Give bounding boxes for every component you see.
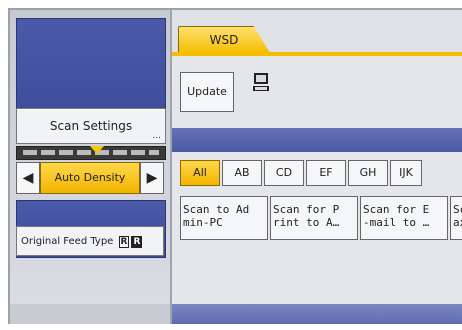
- scanner-screen: Scan Settings ... ◀ Auto Density ▶ Origi…: [8, 8, 462, 324]
- original-feed-type-button[interactable]: Original Feed Type RR: [16, 226, 164, 256]
- filter-cd-button[interactable]: CD: [264, 160, 304, 186]
- destination-button[interactable]: Scan to Ad min-PC: [180, 196, 268, 240]
- density-indicator: [16, 146, 166, 160]
- destination-button[interactable]: Scan for E -mail to …: [360, 196, 448, 240]
- original-orientation-icon: R: [118, 236, 130, 248]
- destination-button[interactable]: Sc ax: [450, 196, 462, 240]
- original-orientation-reversed-icon: R: [131, 236, 143, 248]
- filter-ab-button[interactable]: AB: [222, 160, 262, 186]
- update-button[interactable]: Update: [180, 72, 234, 112]
- scan-settings-label: Scan Settings: [49, 119, 133, 133]
- density-segment: [23, 150, 37, 155]
- filter-ijk-button[interactable]: IJK: [390, 160, 422, 186]
- density-segment: [59, 150, 73, 155]
- density-lighter-button[interactable]: ◀: [16, 162, 40, 194]
- filter-gh-button[interactable]: GH: [348, 160, 388, 186]
- filter-all-button[interactable]: All: [180, 160, 220, 186]
- filter-ef-button[interactable]: EF: [306, 160, 346, 186]
- footer-bar: [172, 304, 462, 324]
- more-indicator: ...: [152, 131, 161, 141]
- density-segment: [113, 150, 127, 155]
- tab-wsd[interactable]: WSD: [178, 26, 270, 53]
- computer-icon: [253, 73, 269, 91]
- right-panel: WSD Update All AB CD EF GH IJK Scan to A…: [172, 10, 462, 324]
- left-panel: Scan Settings ... ◀ Auto Density ▶ Origi…: [10, 10, 172, 324]
- density-segment: [149, 150, 159, 155]
- left-footer: [10, 304, 170, 324]
- density-segment: [131, 150, 145, 155]
- destination-header-band: [172, 128, 462, 152]
- filter-tabs: All AB CD EF GH IJK: [180, 160, 462, 186]
- density-level-marker-icon: [90, 146, 104, 154]
- destination-button[interactable]: Scan for P rint to A…: [270, 196, 358, 240]
- original-feed-label: Original Feed Type: [21, 236, 114, 247]
- density-segment: [77, 150, 91, 155]
- density-segment: [41, 150, 55, 155]
- density-darker-button[interactable]: ▶: [140, 162, 164, 194]
- auto-density-button[interactable]: Auto Density: [40, 162, 140, 194]
- scan-settings-button[interactable]: Scan Settings ...: [16, 108, 166, 144]
- density-controls: ◀ Auto Density ▶: [16, 162, 164, 194]
- destination-list: Scan to Ad min-PC Scan for P rint to A… …: [180, 196, 462, 242]
